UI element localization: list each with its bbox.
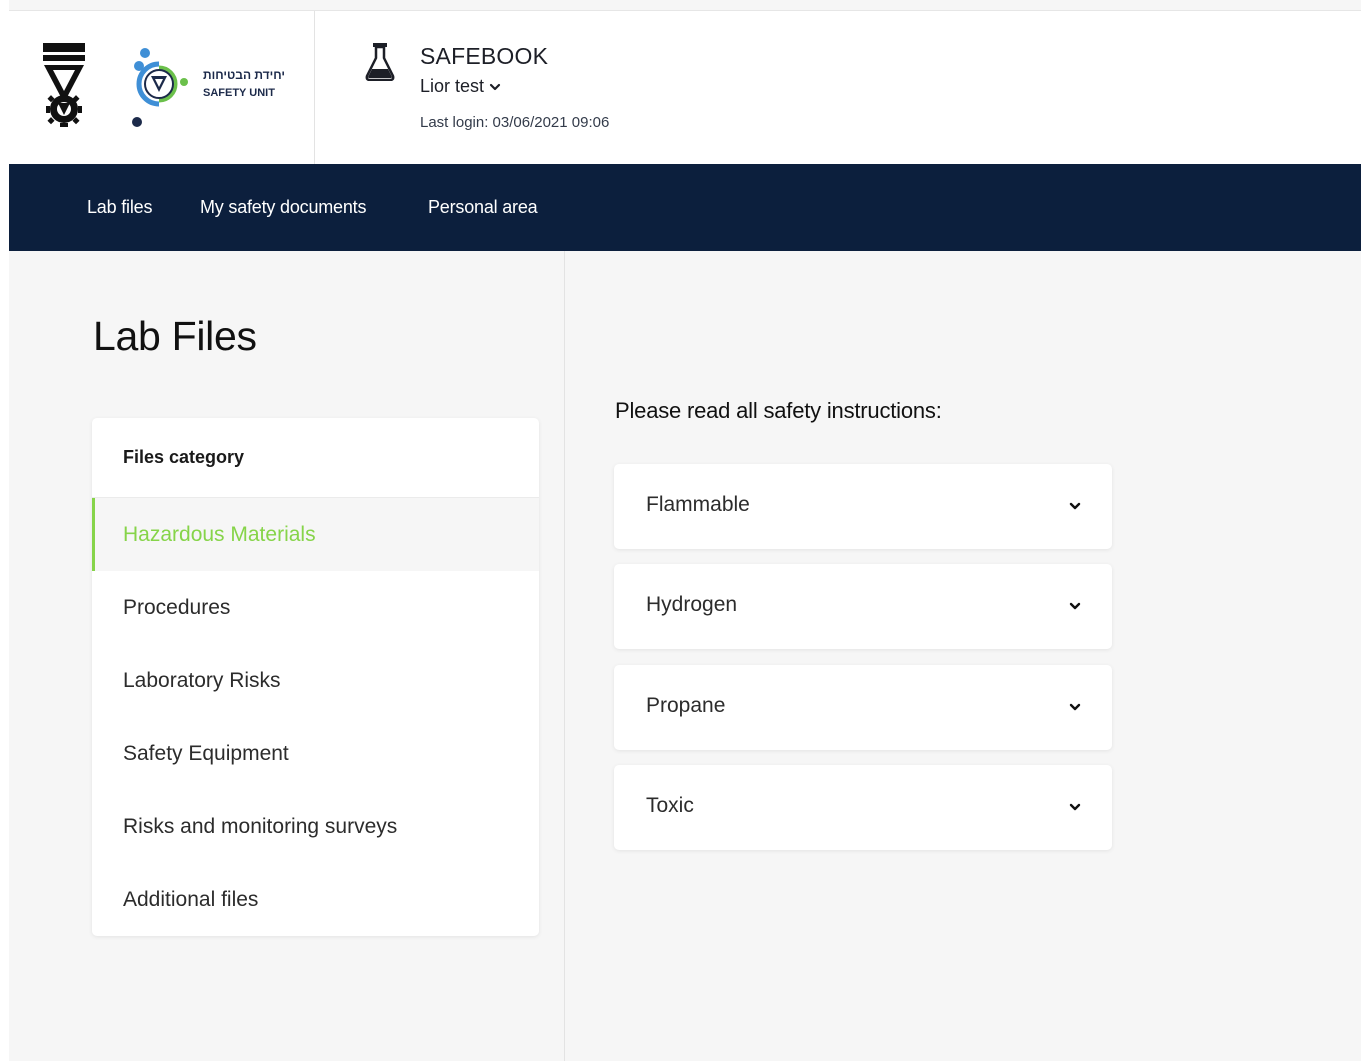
accordion-label: Hydrogen <box>646 593 738 616</box>
chevron-down-icon <box>1069 803 1081 811</box>
accordion-hydrogen[interactable]: Hydrogen <box>614 564 1112 649</box>
logo-hebrew-text: יחידת הבטיחות <box>203 68 286 82</box>
nav-item-my-safety-documents[interactable]: My safety documents <box>200 197 366 218</box>
accordion-propane[interactable]: Propane <box>614 665 1112 750</box>
chevron-down-icon <box>1069 703 1081 711</box>
main-nav: Lab files My safety documents Personal a… <box>9 164 1361 251</box>
last-login: Last login: 03/06/2021 09:06 <box>420 114 610 131</box>
category-item-safety-equipment[interactable]: Safety Equipment <box>92 717 539 790</box>
nav-item-personal-area[interactable]: Personal area <box>428 197 538 218</box>
instructions-title: Please read all safety instructions: <box>615 398 942 423</box>
accordion-toxic[interactable]: Toxic <box>614 765 1112 850</box>
accordion-label: Toxic <box>646 794 694 817</box>
logo-area: יחידת הבטיחות SAFETY UNIT <box>9 11 315 164</box>
logo-english-text: SAFETY UNIT <box>203 87 275 99</box>
flask-icon <box>365 43 395 81</box>
category-item-hazardous-materials[interactable]: Hazardous Materials <box>92 498 539 571</box>
app-title: SAFEBOOK <box>420 43 549 69</box>
app-header: יחידת הבטיחות SAFETY UNIT SAFEBOOK Lior … <box>9 11 1361 164</box>
files-category-header: Files category <box>92 418 539 498</box>
chevron-down-icon <box>1069 502 1081 510</box>
accordion-label: Flammable <box>646 493 750 516</box>
technion-logo[interactable] <box>41 43 87 129</box>
category-item-risks-monitoring-surveys[interactable]: Risks and monitoring surveys <box>92 790 539 863</box>
safety-unit-text: יחידת הבטיחות SAFETY UNIT <box>203 68 303 100</box>
category-item-additional-files[interactable]: Additional files <box>92 863 539 936</box>
chevron-down-icon <box>1069 602 1081 610</box>
app-page: יחידת הבטיחות SAFETY UNIT SAFEBOOK Lior … <box>9 0 1361 1061</box>
chevron-down-icon <box>489 83 501 90</box>
nav-item-lab-files[interactable]: Lab files <box>87 197 152 218</box>
user-name: Lior test <box>420 76 485 96</box>
files-category-panel: Files category Hazardous Materials Proce… <box>92 418 539 936</box>
accordion-label: Propane <box>646 694 726 717</box>
user-menu[interactable]: Lior test <box>420 76 501 97</box>
category-item-procedures[interactable]: Procedures <box>92 571 539 644</box>
accordion-flammable[interactable]: Flammable <box>614 464 1112 549</box>
page-title: Lab Files <box>93 313 257 359</box>
safety-unit-logo[interactable] <box>129 46 189 128</box>
category-item-laboratory-risks[interactable]: Laboratory Risks <box>92 644 539 717</box>
column-divider <box>564 251 565 1061</box>
